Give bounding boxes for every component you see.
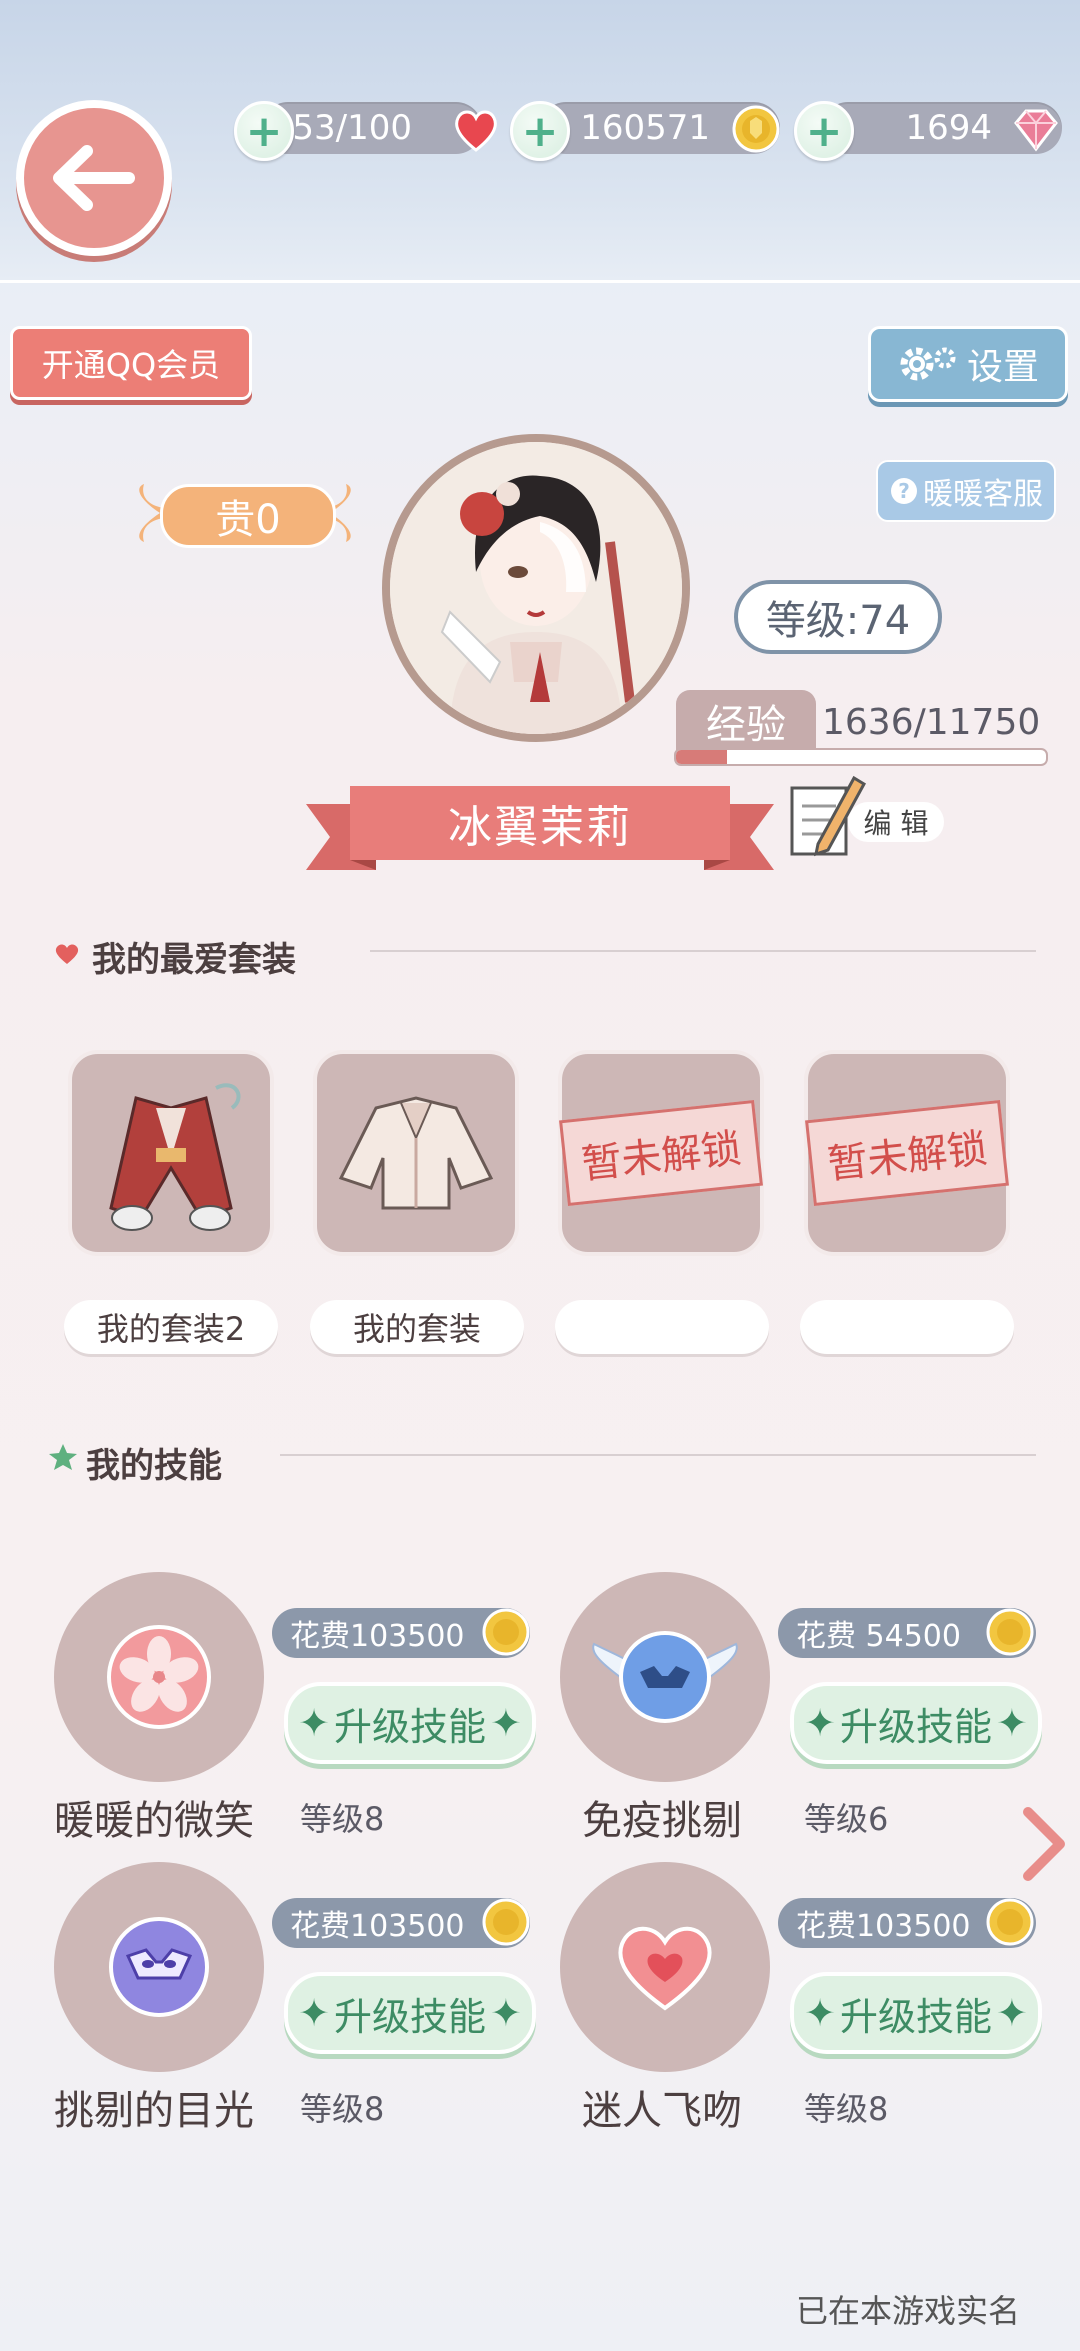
player-name-ribbon: 冰翼茉莉 bbox=[306, 786, 774, 878]
skill-icon-kiss[interactable] bbox=[560, 1862, 770, 2072]
skill-name: 免疫挑剔 bbox=[582, 1798, 742, 1844]
customer-service-button[interactable]: ? 暖暖客服 bbox=[876, 460, 1056, 522]
gold-coin-icon bbox=[986, 1608, 1034, 1656]
player-name: 冰翼茉莉 bbox=[448, 802, 632, 853]
exp-value: 1636/11750 bbox=[822, 702, 1041, 743]
upgrade-label: 升级技能 bbox=[839, 1994, 992, 2039]
customer-service-label: 暖暖客服 bbox=[923, 477, 1043, 512]
vip-badge[interactable]: 贵0 bbox=[130, 480, 360, 548]
qq-member-button[interactable]: 开通QQ会员 bbox=[10, 326, 252, 400]
gold-coin-icon bbox=[732, 105, 780, 153]
exp-progress-fill bbox=[676, 750, 728, 764]
stamina-pill: 153/100 bbox=[262, 102, 482, 154]
skills-title: 我的技能 bbox=[86, 1446, 222, 1486]
gold-value: 160571 bbox=[580, 108, 710, 148]
outfit-label-1[interactable]: 我的套装2 bbox=[64, 1300, 278, 1354]
skill-level: 等级8 bbox=[300, 2090, 385, 2128]
outfit-card-4[interactable]: 暂未解锁 bbox=[804, 1050, 1010, 1256]
realname-notice: 已在本游戏实名 bbox=[796, 2292, 1021, 2330]
sparkle-icon: ✦ bbox=[804, 1991, 836, 2035]
skill-cost-label: 花费103500 bbox=[290, 1909, 465, 1944]
favorites-title: 我的最爱套装 bbox=[92, 940, 296, 980]
skill-name: 迷人飞吻 bbox=[582, 2088, 742, 2134]
chevron-right-icon[interactable] bbox=[1018, 1806, 1068, 1882]
upgrade-skill-button[interactable]: ✦ 升级技能 ✦ bbox=[284, 1682, 536, 1764]
skill-icon-picky-eye[interactable] bbox=[54, 1862, 264, 2072]
vip-label: 贵0 bbox=[160, 484, 336, 548]
outfit-label-3[interactable] bbox=[555, 1300, 769, 1354]
mask-icon bbox=[109, 1917, 209, 2017]
level-label: 等级:74 bbox=[765, 598, 911, 644]
outfit-label-4[interactable] bbox=[800, 1300, 1014, 1354]
skill-icon-smile[interactable] bbox=[54, 1572, 264, 1782]
settings-button[interactable]: 设置 bbox=[868, 326, 1068, 402]
edit-label: 编 辑 bbox=[848, 802, 944, 842]
avatar[interactable] bbox=[382, 434, 690, 742]
skill-level: 等级8 bbox=[300, 1800, 385, 1838]
add-gold-button[interactable]: + bbox=[510, 101, 570, 161]
upgrade-skill-button[interactable]: ✦ 升级技能 ✦ bbox=[284, 1972, 536, 2054]
skill-level: 等级6 bbox=[804, 1800, 889, 1838]
arrow-left-icon bbox=[53, 145, 135, 211]
skill-name: 挑剔的目光 bbox=[54, 2088, 254, 2134]
sparkle-icon: ✦ bbox=[490, 1701, 522, 1745]
add-diamond-button[interactable]: + bbox=[794, 101, 854, 161]
gold-coin-icon bbox=[482, 1898, 530, 1946]
sparkle-icon: ✦ bbox=[298, 1701, 330, 1745]
gold-coin-icon bbox=[482, 1608, 530, 1656]
sparkle-icon: ✦ bbox=[298, 1991, 330, 2035]
exp-label: 经验 bbox=[676, 690, 816, 752]
skill-level: 等级8 bbox=[804, 2090, 889, 2128]
sparkle-icon: ✦ bbox=[996, 1701, 1028, 1745]
sparkle-icon: ✦ bbox=[804, 1701, 836, 1745]
section-divider bbox=[280, 1454, 1036, 1456]
upgrade-label: 升级技能 bbox=[839, 1704, 992, 1749]
skill-cost-label: 花费103500 bbox=[290, 1619, 465, 1654]
upgrade-label: 升级技能 bbox=[333, 1704, 486, 1749]
exp-progress-bar bbox=[674, 748, 1048, 766]
upgrade-label: 升级技能 bbox=[333, 1994, 486, 2039]
star-icon bbox=[49, 1444, 77, 1470]
qq-member-label: 开通QQ会员 bbox=[41, 346, 221, 384]
section-divider bbox=[370, 950, 1036, 952]
diamond-icon bbox=[1014, 109, 1058, 152]
settings-label: 设置 bbox=[966, 347, 1039, 388]
svg-text:?: ? bbox=[898, 479, 910, 503]
skill-name: 暖暖的微笑 bbox=[54, 1798, 254, 1844]
winged-mask-icon bbox=[592, 1631, 738, 1723]
heart-kiss-icon bbox=[618, 1926, 712, 2011]
outfit-card-1[interactable] bbox=[68, 1050, 274, 1256]
heart-small-icon bbox=[55, 944, 79, 964]
diamond-value: 1694 bbox=[905, 108, 992, 148]
white-outfit-icon bbox=[338, 1096, 494, 1210]
sparkle-icon: ✦ bbox=[996, 1991, 1028, 2035]
back-button[interactable] bbox=[16, 100, 172, 256]
gear-icon bbox=[900, 347, 956, 381]
heart-icon bbox=[455, 110, 497, 152]
outfit-card-2[interactable] bbox=[313, 1050, 519, 1256]
locked-stamp: 暂未解锁 bbox=[805, 1099, 1009, 1207]
character-portrait-icon bbox=[390, 442, 682, 734]
level-badge: 等级:74 bbox=[734, 580, 942, 654]
skill-cost-label: 花费 54500 bbox=[796, 1619, 961, 1654]
edit-name-button[interactable]: 编 辑 bbox=[788, 770, 948, 862]
gold-coin-icon bbox=[986, 1898, 1034, 1946]
outfit-card-3[interactable]: 暂未解锁 bbox=[558, 1050, 764, 1256]
upgrade-skill-button[interactable]: ✦ 升级技能 ✦ bbox=[790, 1682, 1042, 1764]
skill-cost-label: 花费103500 bbox=[796, 1909, 971, 1944]
add-stamina-button[interactable]: + bbox=[234, 101, 294, 161]
outfit-label-2[interactable]: 我的套装 bbox=[310, 1300, 524, 1354]
question-icon: ? bbox=[891, 478, 917, 504]
upgrade-skill-button[interactable]: ✦ 升级技能 ✦ bbox=[790, 1972, 1042, 2054]
skill-icon-immune[interactable] bbox=[560, 1572, 770, 1782]
sakura-icon bbox=[107, 1625, 211, 1729]
sparkle-icon: ✦ bbox=[490, 1991, 522, 2035]
locked-stamp: 暂未解锁 bbox=[559, 1099, 763, 1207]
red-outfit-icon bbox=[109, 1083, 241, 1231]
